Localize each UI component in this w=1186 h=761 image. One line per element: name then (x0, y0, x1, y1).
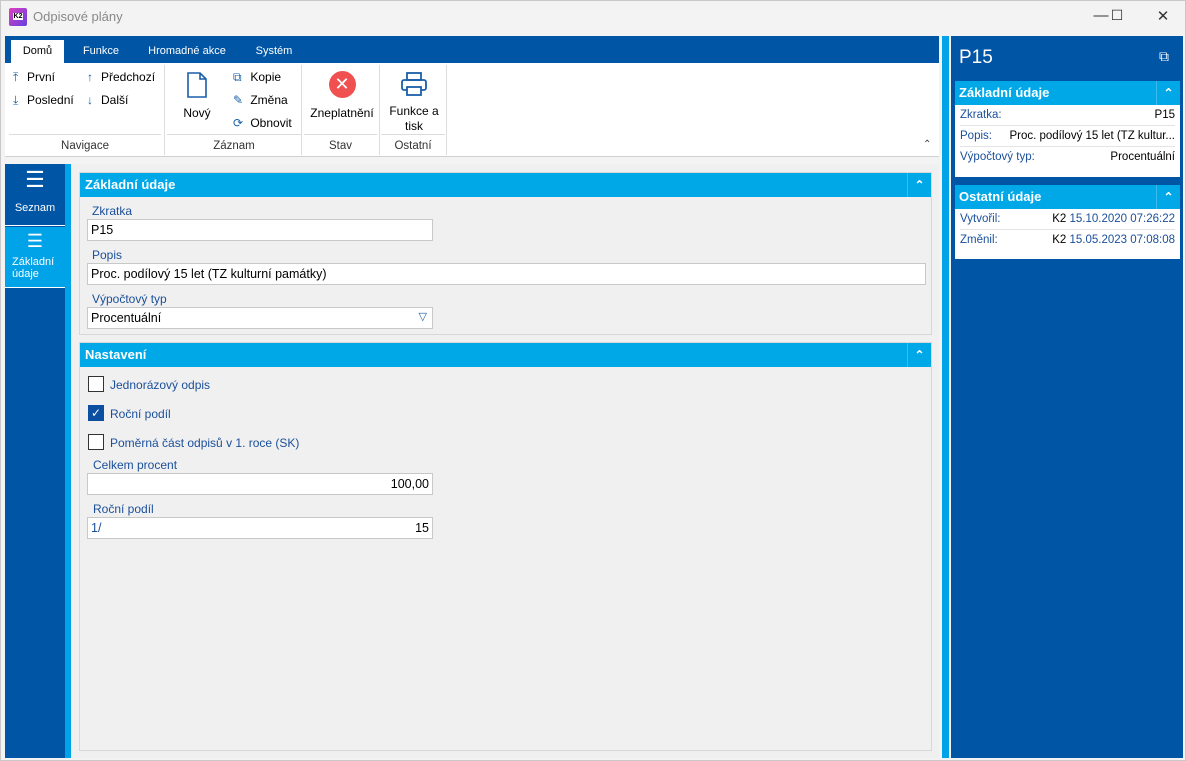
collapse-icon[interactable]: ⌃ (1156, 81, 1180, 105)
arrow-down-bar-icon: ⤓ (13, 93, 19, 107)
nav-zakladni-udaje[interactable]: ☰ Základní údaje (5, 227, 65, 288)
next-button[interactable]: ↓ Další (87, 93, 128, 107)
section-title: Základní údaje (85, 177, 176, 192)
celkem-label: Celkem procent (93, 458, 178, 472)
refresh-icon: ⟳ (233, 116, 244, 130)
popout-icon[interactable]: ⧉ (1159, 48, 1169, 65)
document-icon (187, 72, 207, 98)
section-title: Nastavení (85, 347, 147, 362)
copy-icon: ⧉ (233, 70, 242, 84)
nav-seznam[interactable]: ☰ Seznam (5, 164, 65, 226)
invalidate-button[interactable]: ✕ Zneplatnění (307, 71, 377, 120)
pencil-icon: ✎ (233, 93, 244, 107)
rocni-label: Roční podíl (93, 502, 154, 516)
collapse-icon[interactable]: ⌃ (907, 343, 931, 367)
tab-system[interactable]: Systém (249, 40, 299, 63)
typ-label: Výpočtový typ (92, 292, 167, 306)
rocni-podil-label: Roční podíl (110, 407, 171, 421)
list-icon: ☰ (26, 231, 44, 251)
previous-button[interactable]: ↑ Předchozí (87, 70, 155, 84)
arrow-up-icon: ↑ (87, 70, 93, 84)
title-bar: K2 Odpisové plány — ☐ ✕ (1, 1, 1186, 34)
close-icon[interactable]: ✕ (1148, 7, 1178, 25)
rocni-podil-checkbox[interactable]: ✓ (88, 405, 104, 421)
pomerna-cast-label: Poměrná část odpisů v 1. roce (SK) (110, 436, 300, 450)
app-logo: K2 (9, 8, 27, 26)
dropdown-icon: ▽ (418, 311, 427, 323)
panel-card-zakladni: Základní údaje ⌃ Zkratka: P15 Popis: Proc. … (955, 81, 1180, 177)
cancel-circle-icon: ✕ (328, 71, 356, 98)
popis-label: Popis (92, 248, 123, 262)
detail-panel: P15 ⧉ Základní údaje ⌃ Zkratka: P15 Popis:… (951, 36, 1183, 758)
group-label-zaznam: Záznam (167, 134, 301, 155)
rocni-input[interactable]: 1/15 (87, 517, 433, 539)
left-nav: ☰ Seznam ☰ Základní údaje (5, 164, 65, 758)
popis-input[interactable]: Proc. podílový 15 let (TZ kulturní památ… (87, 263, 926, 285)
jednorazovy-checkbox[interactable] (88, 376, 104, 392)
ribbon-tabs: Domů Funkce Hromadné akce Systém (5, 36, 939, 63)
new-button[interactable]: Nový (179, 71, 215, 120)
group-label-ostatni: Ostatní (381, 134, 445, 155)
edit-button[interactable]: ✎ Změna (233, 93, 288, 107)
section-nastaveni: Nastavení ⌃ Jednorázový odpis ✓ Roční pod… (79, 342, 932, 751)
collapse-icon[interactable]: ⌃ (907, 173, 931, 197)
panel-title: P15 (959, 47, 993, 68)
group-label-stav: Stav (304, 134, 377, 155)
maximize-icon[interactable]: ☐ (1102, 7, 1132, 24)
zkratka-input[interactable]: P15 (87, 219, 433, 241)
arrow-up-bar-icon: ⤒ (13, 70, 19, 84)
menu-icon: ☰ (25, 167, 45, 192)
refresh-button[interactable]: ⟳ Obnovit (233, 116, 292, 130)
window-title: Odpisové plány (33, 9, 123, 24)
section-zakladni-udaje: Základní údaje ⌃ Zkratka P15 Popis Proc. … (79, 172, 932, 335)
zkratka-label: Zkratka (92, 204, 133, 218)
functions-print-button[interactable]: Funkce a tisk (383, 71, 445, 134)
ribbon: ⤒ První ⤓ Poslední ↑ Předchozí ↓ Další Navig… (5, 63, 939, 157)
typ-select[interactable]: Procentuální ▽ (87, 307, 433, 329)
tab-funkce[interactable]: Funkce (73, 40, 129, 63)
tab-hromadne-akce[interactable]: Hromadné akce (141, 40, 233, 63)
collapse-icon[interactable]: ⌃ (1156, 185, 1180, 209)
arrow-down-icon: ↓ (87, 93, 93, 107)
pomerna-cast-checkbox[interactable] (88, 434, 104, 450)
collapse-ribbon-icon[interactable]: ⌃ (923, 139, 931, 150)
printer-icon (401, 72, 427, 96)
copy-button[interactable]: ⧉ Kopie (233, 70, 281, 85)
panel-card-ostatni: Ostatní údaje ⌃ Vytvořil: K2 15.10.2020 07… (955, 185, 1180, 259)
last-button[interactable]: ⤓ Poslední (13, 93, 74, 108)
first-button[interactable]: ⤒ První (13, 70, 55, 85)
celkem-input[interactable]: 100,00 (87, 473, 433, 495)
splitter[interactable] (942, 36, 949, 758)
tab-domu[interactable]: Domů (11, 40, 64, 63)
form-area: Základní údaje ⌃ Zkratka P15 Popis Proc. … (71, 164, 939, 758)
jednorazovy-label: Jednorázový odpis (110, 378, 211, 392)
group-label-navigace: Navigace (9, 134, 161, 155)
